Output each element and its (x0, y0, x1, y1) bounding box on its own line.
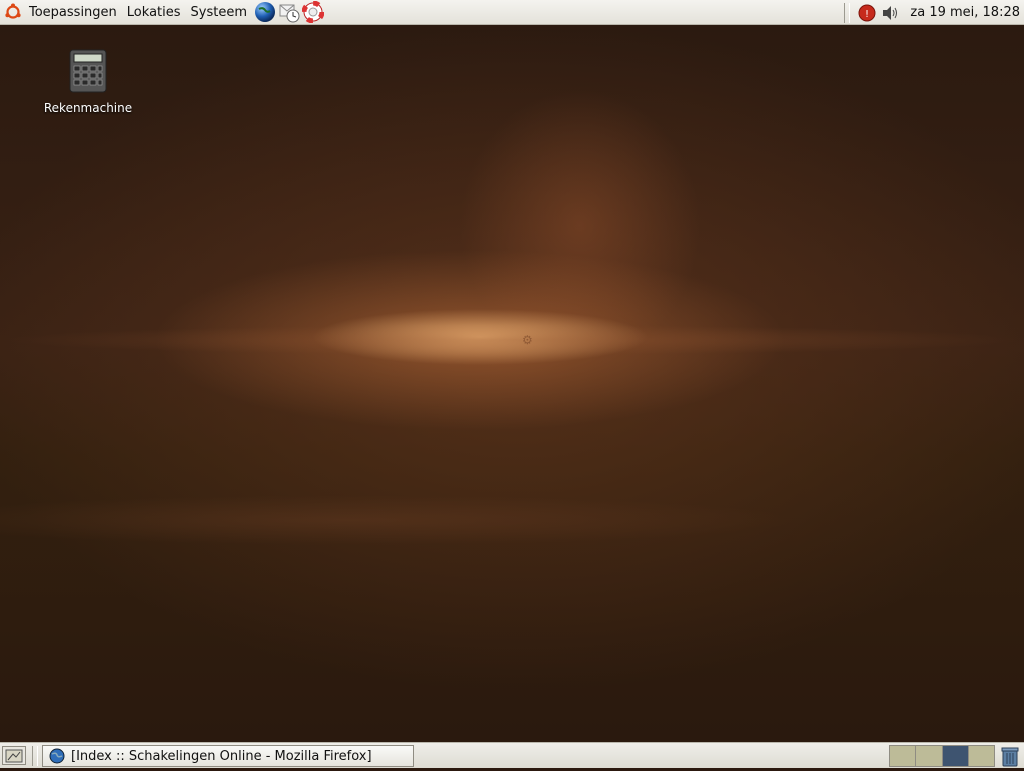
show-desktop-button[interactable] (2, 746, 26, 765)
workspace-3[interactable] (942, 746, 969, 766)
wallpaper-streak (0, 495, 800, 545)
workspace-switcher (889, 745, 995, 767)
menu-applications[interactable]: Toepassingen (24, 0, 122, 25)
workspace-2[interactable] (916, 746, 943, 766)
svg-text:!: ! (865, 9, 869, 20)
mail-clock-icon[interactable] (278, 1, 300, 23)
help-lifebuoy-icon[interactable] (302, 1, 324, 23)
top-panel: Toepassingen Lokaties Systeem ! za 19 me… (0, 0, 1024, 25)
volume-icon[interactable] (880, 2, 902, 24)
task-button-firefox[interactable]: [Index :: Schakelingen Online - Mozilla … (42, 745, 414, 767)
wallpaper-streak (0, 325, 1024, 355)
workspace-1[interactable] (890, 746, 917, 766)
workspace-4[interactable] (968, 746, 994, 766)
desktop: ⚙ Rekenmachine (0, 25, 1024, 742)
firefox-icon (49, 748, 65, 764)
system-tray: ! za 19 mei, 18:28 (844, 0, 1024, 25)
menu-places[interactable]: Lokaties (122, 0, 186, 25)
desktop-icon-calculator[interactable]: Rekenmachine (38, 49, 138, 115)
trash-icon[interactable] (999, 745, 1021, 767)
ubuntu-logo-icon[interactable] (2, 1, 24, 23)
menu-system[interactable]: Systeem (186, 0, 252, 25)
update-notifier-icon[interactable]: ! (856, 2, 878, 24)
calculator-icon (69, 49, 107, 93)
show-desktop-icon (5, 749, 23, 762)
task-button-label: [Index :: Schakelingen Online - Mozilla … (71, 748, 372, 764)
ubuntu-watermark-icon: ⚙ (522, 333, 533, 347)
panel-handle[interactable] (32, 746, 38, 766)
desktop-icon-label: Rekenmachine (43, 101, 133, 115)
panel-handle[interactable] (844, 2, 851, 23)
clock[interactable]: za 19 mei, 18:28 (902, 5, 1024, 20)
firefox-icon[interactable] (254, 1, 276, 23)
bottom-panel: [Index :: Schakelingen Online - Mozilla … (0, 742, 1024, 768)
